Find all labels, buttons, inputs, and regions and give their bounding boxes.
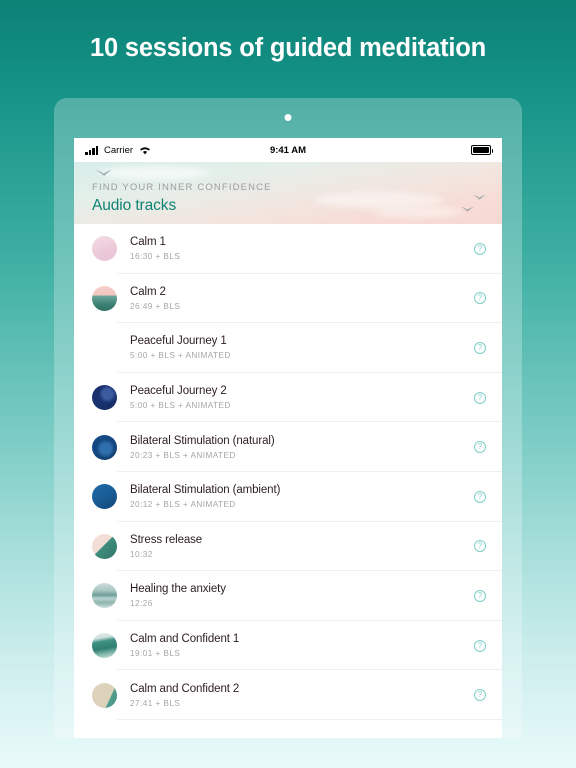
info-help-icon[interactable]: ? (474, 391, 486, 404)
track-meta: 10:32 (130, 549, 153, 559)
audio-track-list[interactable]: Calm 1 16:30 + BLS? Calm 2 26:49 + BLS? Peac… (74, 224, 502, 720)
camera-dot-icon (284, 114, 292, 121)
track-text: Calm and Confident 1 19:01 + BLS (130, 632, 474, 659)
track-thumbnail (92, 385, 117, 411)
track-thumbnail (92, 583, 117, 609)
track-row[interactable]: Peaceful Journey 2 5:00 + BLS + ANIMATED? (74, 372, 502, 423)
track-meta: 12:26 (130, 599, 153, 609)
tablet-frame: Carrier 9:41 AM FIND YOUR INNER CONFIDEN… (54, 98, 522, 738)
track-thumbnail (92, 434, 117, 460)
track-text: Bilateral Stimulation (natural) 20:23 + B… (130, 434, 474, 461)
wifi-icon (139, 146, 151, 155)
track-meta: 27:41 + BLS (130, 698, 181, 708)
track-title: Bilateral Stimulation (ambient) (130, 484, 281, 497)
track-text: Healing the anxiety 12:26 (130, 582, 474, 609)
track-text: Calm and Confident 2 27:41 + BLS (130, 682, 474, 709)
info-help-icon[interactable]: ? (474, 639, 486, 652)
track-text: Stress release 10:32 (130, 533, 474, 560)
track-title: Healing the anxiety (130, 583, 226, 596)
signal-bars-icon (85, 145, 98, 155)
track-meta: 19:01 + BLS (130, 649, 181, 659)
info-help-icon[interactable]: ? (474, 441, 486, 454)
track-thumbnail (92, 533, 117, 559)
track-thumbnail (92, 285, 117, 311)
track-title: Bilateral Stimulation (natural) (130, 434, 275, 447)
track-meta: 16:30 + BLS (130, 252, 181, 262)
track-title: Peaceful Journey 2 (130, 385, 227, 398)
track-title: Calm and Confident 1 (130, 633, 240, 646)
track-text: Calm 2 26:49 + BLS (130, 285, 474, 312)
info-help-icon[interactable]: ? (474, 490, 486, 503)
carrier-label: Carrier (104, 144, 134, 156)
track-thumbnail (92, 484, 117, 510)
track-thumbnail (92, 236, 117, 262)
bird-icon (96, 169, 112, 176)
track-row[interactable]: Peaceful Journey 1 5:00 + BLS + ANIMATED? (74, 323, 502, 373)
track-text: Calm 1 16:30 + BLS (130, 235, 474, 262)
info-help-icon[interactable]: ? (474, 341, 486, 354)
cloud-decoration (100, 166, 210, 180)
track-text: Peaceful Journey 2 5:00 + BLS + ANIMATED (130, 384, 474, 411)
phone-screen: Carrier 9:41 AM FIND YOUR INNER CONFIDEN… (74, 138, 502, 738)
track-row[interactable]: Calm 2 26:49 + BLS? (74, 273, 502, 324)
track-row[interactable]: Healing the anxiety 12:26? (74, 571, 502, 621)
track-text: Bilateral Stimulation (ambient) 20:12 + B… (130, 483, 474, 510)
track-row[interactable]: Stress release 10:32? (74, 521, 502, 572)
track-meta: 20:23 + BLS + ANIMATED (130, 450, 236, 460)
track-row[interactable]: Calm and Confident 2 27:41 + BLS? (74, 670, 502, 720)
track-row[interactable]: Calm and Confident 1 19:01 + BLS? (74, 620, 502, 671)
status-bar-right (471, 145, 493, 155)
track-thumbnail (92, 633, 117, 659)
track-meta: 26:49 + BLS (130, 301, 181, 311)
status-bar-left: Carrier (85, 145, 151, 156)
info-help-icon[interactable]: ? (474, 689, 486, 702)
info-help-icon[interactable]: ? (474, 242, 486, 255)
track-thumbnail (92, 682, 117, 708)
track-title: Calm and Confident 2 (130, 682, 240, 695)
battery-full-icon (471, 145, 493, 155)
track-meta: 20:12 + BLS + ANIMATED (130, 500, 236, 510)
header-kicker: FIND YOUR INNER CONFIDENCE (92, 182, 272, 193)
track-title: Calm 2 (130, 285, 166, 298)
status-bar: Carrier 9:41 AM (74, 138, 502, 162)
page-title: 10 sessions of guided meditation (89, 34, 486, 62)
track-meta: 5:00 + BLS + ANIMATED (130, 401, 231, 411)
track-title: Calm 1 (130, 236, 166, 249)
track-row[interactable]: Bilateral Stimulation (natural) 20:23 + B… (74, 422, 502, 472)
track-meta: 5:00 + BLS + ANIMATED (130, 351, 231, 361)
info-help-icon[interactable]: ? (474, 292, 486, 305)
track-row[interactable]: Calm 1 16:30 + BLS? (74, 224, 502, 274)
track-text: Peaceful Journey 1 5:00 + BLS + ANIMATED (130, 334, 474, 361)
app-screen-title: Audio tracks (92, 197, 177, 214)
track-row[interactable]: Bilateral Stimulation (ambient) 20:12 + B… (74, 471, 502, 522)
info-help-icon[interactable]: ? (474, 540, 486, 553)
track-thumbnail (92, 335, 117, 360)
info-help-icon[interactable]: ? (474, 589, 486, 602)
app-header: FIND YOUR INNER CONFIDENCE Audio tracks (74, 162, 502, 224)
track-title: Peaceful Journey 1 (130, 335, 227, 348)
track-title: Stress release (130, 533, 203, 546)
